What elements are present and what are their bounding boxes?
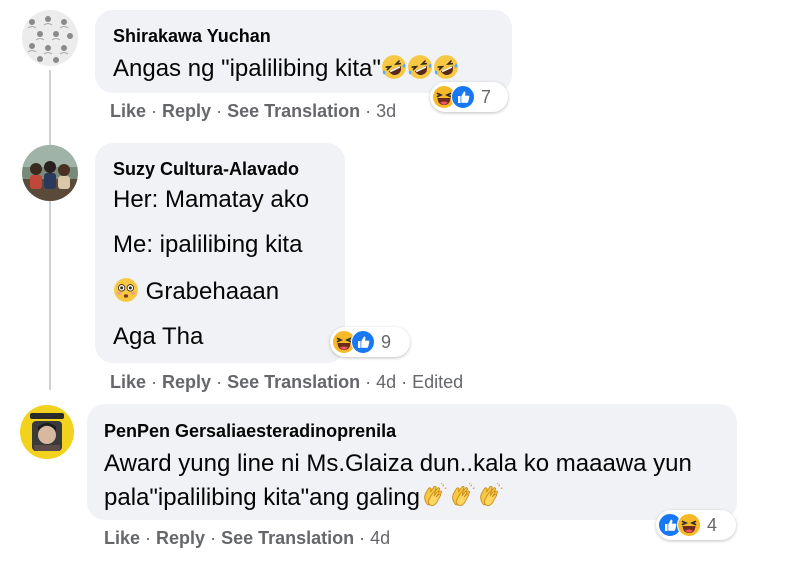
like-link[interactable]: Like [104, 528, 140, 548]
rofl-emoji-icon [407, 54, 433, 87]
comment-text-line: Grabehaaan [145, 278, 280, 305]
separator: · [216, 372, 223, 392]
rofl-emoji-icon [381, 54, 407, 87]
thread-line [49, 70, 51, 390]
edited-label[interactable]: Edited [412, 372, 463, 392]
timestamp[interactable]: 4d [376, 372, 396, 392]
reaction-count: 9 [381, 331, 392, 352]
timestamp[interactable]: 4d [370, 528, 390, 548]
like-icon [451, 85, 475, 109]
avatar[interactable] [20, 405, 74, 459]
comment-text-line: Award yung line ni Ms.Glaiza dun..kala k… [104, 450, 692, 477]
separator: · [359, 528, 366, 548]
comment-author[interactable]: Shirakawa Yuchan [113, 26, 271, 47]
reaction-summary[interactable]: 9 [330, 327, 410, 357]
comment-text-line: Aga Tha [113, 323, 204, 350]
see-translation-link[interactable]: See Translation [227, 101, 360, 121]
separator: · [151, 101, 158, 121]
separator: · [365, 101, 372, 121]
flushed-emoji-icon [113, 277, 139, 310]
comment-text-line: Her: Mamatay ako [113, 186, 310, 213]
reaction-summary[interactable]: 4 [656, 510, 736, 540]
comment-actions: Like · Reply · See Translation · 4d [104, 528, 390, 549]
clapping-hands-icon [476, 483, 504, 516]
comment-text-line: Angas ng "ipalilibing kita" [113, 55, 381, 82]
comment-text: Grabehaaan [113, 277, 279, 310]
comment-text: pala"ipalilibing kita"ang galing [104, 483, 504, 516]
like-icon [351, 330, 375, 354]
comment-author[interactable]: PenPen Gersaliaesteradinoprenila [104, 421, 396, 442]
separator: · [365, 372, 372, 392]
separator: · [151, 372, 158, 392]
avatar[interactable] [22, 10, 78, 66]
clapping-hands-icon [420, 483, 448, 516]
separator: · [401, 372, 408, 392]
comment-text-line: Me: ipalilibing kita [113, 231, 303, 258]
like-link[interactable]: Like [110, 101, 146, 121]
like-link[interactable]: Like [110, 372, 146, 392]
reaction-summary[interactable]: 7 [430, 82, 508, 112]
see-translation-link[interactable]: See Translation [221, 528, 354, 548]
comment-text-line: pala"ipalilibing kita"ang galing [104, 484, 420, 511]
comment-author[interactable]: Suzy Cultura-Alavado [113, 159, 299, 180]
avatar-group-photo [22, 145, 78, 201]
see-translation-link[interactable]: See Translation [227, 372, 360, 392]
separator: · [216, 101, 223, 121]
comment-actions: Like · Reply · See Translation · 3d [110, 101, 396, 122]
reaction-count: 4 [707, 514, 718, 535]
laugh-icon [677, 513, 701, 537]
separator: · [145, 528, 152, 548]
reply-link[interactable]: Reply [162, 372, 211, 392]
reply-link[interactable]: Reply [162, 101, 211, 121]
timestamp[interactable]: 3d [376, 101, 396, 121]
comment-text: Angas ng "ipalilibing kita" [113, 54, 459, 87]
comment-actions: Like · Reply · See Translation · 4d · Edited [110, 372, 463, 393]
clapping-hands-icon [448, 483, 476, 516]
avatar-pattern-image [22, 10, 78, 66]
avatar-portrait-image [20, 405, 74, 459]
reaction-count: 7 [481, 86, 492, 107]
reply-link[interactable]: Reply [156, 528, 205, 548]
separator: · [210, 528, 217, 548]
avatar[interactable] [22, 145, 78, 201]
